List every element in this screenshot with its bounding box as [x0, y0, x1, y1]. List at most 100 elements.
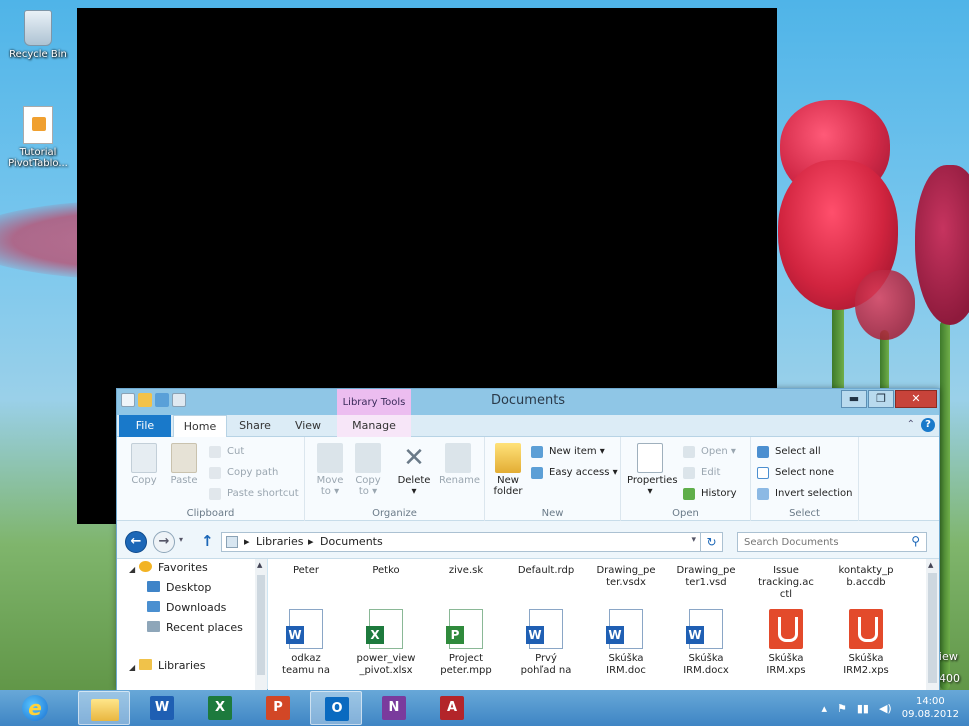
scrollbar-thumb[interactable]	[257, 575, 265, 675]
taskbar-file-explorer[interactable]	[78, 691, 130, 725]
select-all-icon	[757, 446, 769, 458]
copy-path-button[interactable]: Copy path	[209, 464, 278, 482]
copy-to-button[interactable]: Copy to ▾	[349, 443, 387, 497]
file-item[interactable]: SkúškaIRM.docx	[668, 609, 744, 677]
file-item[interactable]: Prvýpohľad na	[508, 609, 584, 677]
tab-view[interactable]: View	[283, 415, 333, 437]
file-item[interactable]: Issue tracking.ac ctl	[748, 565, 824, 601]
search-box[interactable]: ⚲	[737, 532, 927, 552]
edit-button[interactable]: Edit	[683, 464, 720, 482]
breadcrumb-documents[interactable]: Documents	[320, 535, 383, 548]
recent-locations-dropdown[interactable]: ▾	[179, 535, 183, 544]
file-item[interactable]: Default.rdp	[508, 565, 584, 577]
select-all-button[interactable]: Select all	[757, 443, 821, 461]
tab-home[interactable]: Home	[173, 415, 227, 438]
desktop-icon-recycle-bin[interactable]: Recycle Bin	[3, 10, 73, 60]
file-item-folder[interactable]: Peter	[268, 565, 344, 577]
desktop-icon-tutorial[interactable]: Tutorial PivotTablo...	[3, 106, 73, 169]
nav-item-libraries[interactable]: Libraries	[139, 657, 206, 675]
volume-icon[interactable]: ◀)	[879, 702, 892, 715]
cut-button[interactable]: Cut	[209, 443, 244, 461]
file-item[interactable]: SkúškaIRM.doc	[588, 609, 664, 677]
action-center-flag-icon[interactable]: ⚑	[837, 702, 847, 715]
clock[interactable]: 14:00 09.08.2012	[902, 695, 959, 721]
nav-item-desktop[interactable]: Desktop	[147, 579, 211, 597]
copy-to-icon	[355, 443, 381, 473]
ribbon-group-clipboard: Copy Paste Cut Copy path Paste shortcut …	[117, 437, 305, 521]
navigation-pane: ◢ Favorites Desktop Downloads Recent pla…	[117, 559, 267, 691]
file-explorer-window[interactable]: Library Tools Documents ▬ ❐ ✕ File Home …	[116, 388, 940, 691]
expand-caret-icon[interactable]: ◢	[129, 663, 135, 672]
file-item[interactable]: Drawing_pe ter1.vsd	[668, 565, 744, 589]
nav-item-recent-places[interactable]: Recent places	[147, 619, 243, 637]
taskbar-internet-explorer[interactable]: e	[8, 691, 60, 725]
title-bar[interactable]: Library Tools Documents ▬ ❐ ✕	[117, 389, 939, 415]
nav-item-downloads[interactable]: Downloads	[147, 599, 226, 617]
history-button[interactable]: History	[683, 485, 737, 503]
taskbar-excel[interactable]: X	[194, 691, 246, 725]
breadcrumb-separator[interactable]: ▸	[308, 535, 314, 548]
maximize-button[interactable]: ❐	[868, 390, 894, 408]
search-input[interactable]	[738, 533, 898, 551]
move-to-button[interactable]: Move to ▾	[311, 443, 349, 497]
taskbar-powerpoint[interactable]: P	[252, 691, 304, 725]
file-item[interactable]: Projectpeter.mpp	[428, 609, 504, 677]
taskbar-access[interactable]: A	[426, 691, 478, 725]
back-button[interactable]: ←	[125, 531, 147, 553]
file-item[interactable]: odkazteamu na	[268, 609, 344, 677]
rename-button[interactable]: Rename	[439, 443, 480, 486]
scroll-up-arrow[interactable]: ▲	[928, 561, 933, 569]
word-file-icon	[526, 609, 563, 649]
tab-manage[interactable]: Manage	[337, 415, 411, 437]
help-icon[interactable]: ?	[921, 418, 935, 432]
folder-icon	[91, 699, 119, 721]
easy-access-button[interactable]: Easy access ▾	[531, 464, 618, 482]
breadcrumb-libraries[interactable]: Libraries	[256, 535, 304, 548]
scroll-up-arrow[interactable]: ▲	[257, 561, 262, 569]
expand-caret-icon[interactable]: ◢	[129, 565, 135, 574]
file-item[interactable]: kontakty_p b.accdb	[828, 565, 904, 589]
new-item-button[interactable]: New item ▾	[531, 443, 605, 461]
up-button[interactable]: ↑	[201, 532, 214, 550]
group-label: Clipboard	[186, 508, 235, 519]
address-path[interactable]: ▸ Libraries ▸ Documents ▾	[221, 532, 701, 552]
file-item-folder[interactable]: zive.sk	[428, 565, 504, 577]
tab-file[interactable]: File	[119, 415, 171, 437]
close-button[interactable]: ✕	[895, 390, 937, 408]
breadcrumb-separator[interactable]: ▸	[244, 535, 250, 548]
open-button[interactable]: Open ▾	[683, 443, 736, 461]
scrollbar-thumb[interactable]	[928, 573, 937, 683]
search-icon[interactable]: ⚲	[911, 534, 920, 548]
show-hidden-icons-icon[interactable]: ▴	[821, 702, 827, 715]
taskbar-word[interactable]: W	[136, 691, 188, 725]
desktop-icon-label: Tutorial	[19, 147, 57, 158]
paste-icon	[171, 443, 197, 473]
file-item[interactable]: Drawing_pe ter.vsdx	[588, 565, 664, 589]
file-item[interactable]: power_view_pivot.xlsx	[348, 609, 424, 677]
delete-button[interactable]: ✕ Delete ▾	[395, 443, 433, 497]
copy-button[interactable]: Copy	[125, 443, 163, 486]
file-item[interactable]: Skúška IRM2.xps	[828, 609, 904, 677]
forward-button[interactable]: →	[153, 531, 175, 553]
clock-time: 14:00	[915, 696, 945, 707]
paste-shortcut-button[interactable]: Paste shortcut	[209, 485, 299, 503]
minimize-ribbon-icon[interactable]: ⌃	[907, 418, 915, 432]
refresh-button[interactable]: ↻	[701, 532, 723, 552]
file-item-folder[interactable]: Petko	[348, 565, 424, 577]
nav-item-favorites[interactable]: Favorites	[139, 559, 208, 577]
taskbar-onenote[interactable]: N	[368, 691, 420, 725]
file-item[interactable]: Skúška IRM.xps	[748, 609, 824, 677]
invert-selection-button[interactable]: Invert selection	[757, 485, 853, 503]
minimize-button[interactable]: ▬	[841, 390, 867, 408]
network-icon[interactable]: ▮▮	[857, 702, 869, 715]
address-dropdown[interactable]: ▾	[691, 535, 696, 545]
file-list-scrollbar[interactable]: ▲	[926, 559, 939, 691]
properties-button[interactable]: Properties ▾	[627, 443, 678, 497]
select-none-button[interactable]: Select none	[757, 464, 834, 482]
taskbar-outlook[interactable]: O	[310, 691, 362, 725]
tab-share[interactable]: Share	[229, 415, 281, 437]
paste-button[interactable]: Paste	[165, 443, 203, 486]
navigation-pane-scrollbar[interactable]: ▲	[255, 559, 267, 691]
new-folder-button[interactable]: New folder	[489, 443, 527, 497]
star-icon	[139, 561, 152, 572]
